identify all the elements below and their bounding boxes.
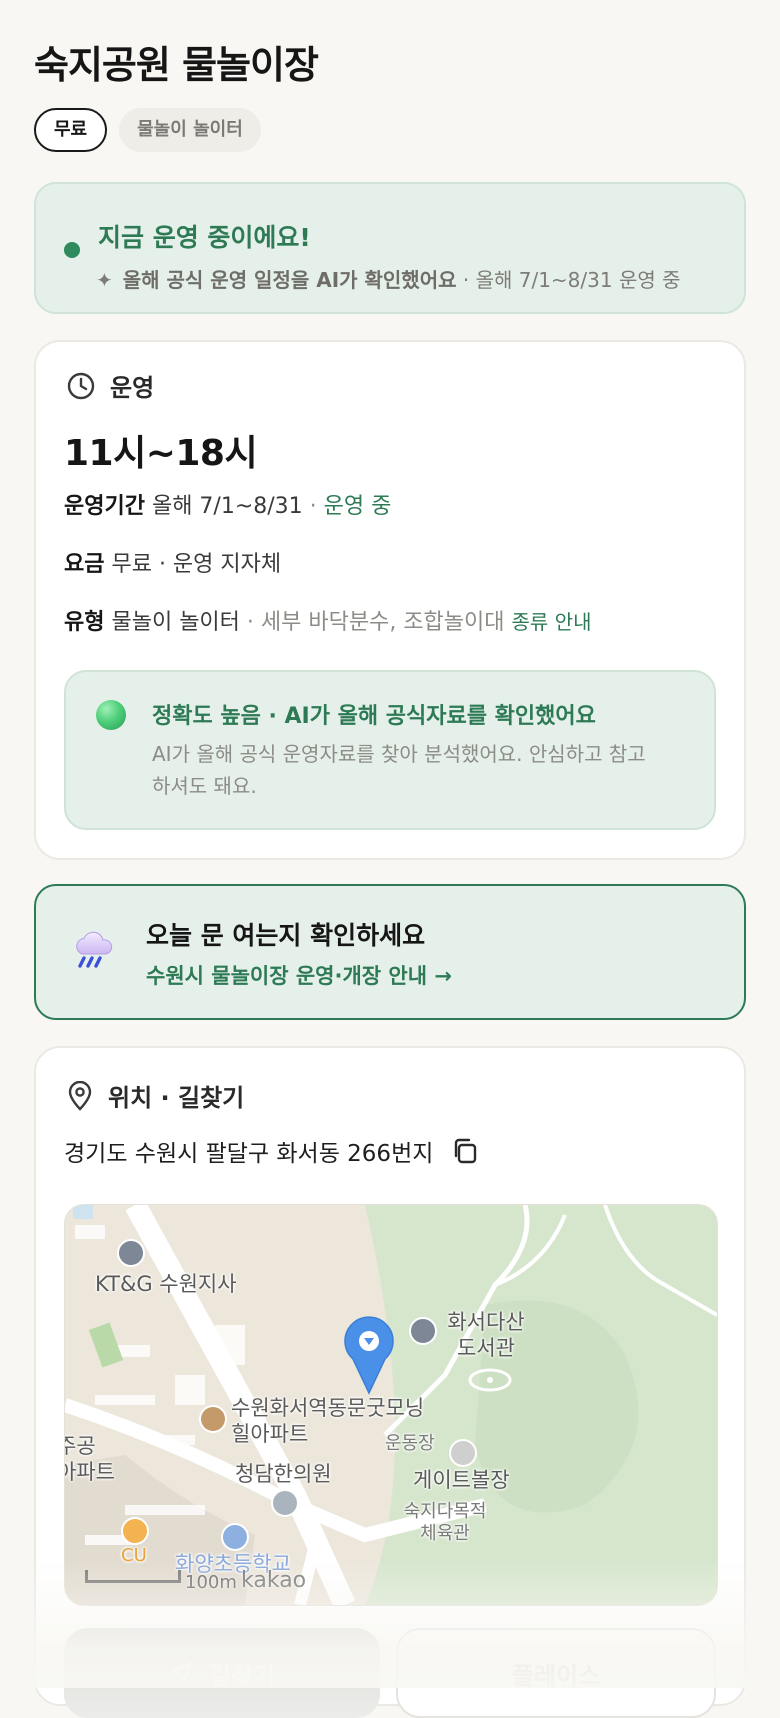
gateball-poi-icon	[449, 1439, 477, 1467]
operation-title: 운영	[110, 374, 155, 402]
map-label-gym: 숙지다목적 체육관	[403, 1501, 487, 1544]
route-button-label: 길찾기	[208, 1661, 276, 1690]
map-view[interactable]: KT&G 수원지사 화서다산 도서관 수원화서역동문굿모닝 힐아파트 운동장 게…	[64, 1204, 718, 1606]
apartment-poi-icon	[199, 1405, 227, 1433]
school-poi-icon	[221, 1523, 249, 1551]
location-title: 위치 · 길찾기	[108, 1084, 245, 1112]
operating-hours: 11시~18시	[64, 433, 258, 474]
map-label-ktg: KT&G 수원지사	[95, 1272, 237, 1296]
status-dot-icon	[64, 242, 80, 258]
status-sub-bold: 올해 공식 운영 일정을 AI가 확인했어요	[122, 268, 457, 292]
building-poi-icon	[117, 1239, 145, 1267]
period-label: 운영기간	[64, 494, 145, 519]
place-button-label: 플레이스	[511, 1661, 601, 1690]
notice-link[interactable]: 수원시 물놀이장 운영·개장 안내 →	[146, 960, 452, 990]
period-sep: ·	[302, 494, 324, 519]
map-label-cu: CU	[121, 1545, 147, 1566]
period-state: 운영 중	[323, 494, 392, 519]
type-guide-link[interactable]: 종류 안내	[512, 610, 592, 634]
fee-value: 무료 · 운영 지자체	[104, 552, 282, 577]
sparkle-icon: ✦	[96, 268, 113, 292]
location-header: 위치 · 길찾기	[66, 1078, 244, 1113]
page: 숙지공원 물놀이장 무료 물놀이 놀이터 지금 운영 중이에요! ✦ 올해 공식 …	[0, 0, 780, 1718]
operation-header: 운영	[66, 368, 154, 403]
map-label-field: 운동장	[385, 1433, 435, 1454]
ai-accuracy-title: 정확도 높음 · AI가 올해 공식자료를 확인했어요	[152, 704, 596, 729]
chip-free: 무료	[34, 108, 108, 152]
library-poi-icon	[409, 1317, 437, 1345]
period-value: 올해 7/1~8/31	[144, 494, 303, 519]
fee-row: 요금 무료 · 운영 지자체	[64, 546, 281, 578]
route-button[interactable]: 길찾기	[64, 1628, 380, 1718]
type-row: 유형 물놀이 놀이터 · 세부 바닥분수, 조합놀이대 종류 안내	[64, 604, 591, 636]
status-sub-rest: · 올해 7/1~8/31 운영 중	[456, 268, 681, 292]
location-pin-icon	[68, 1080, 92, 1111]
ai-accuracy-desc: AI가 올해 공식 운영자료를 찾아 분석했어요. 안심하고 참고하셔도 돼요.	[152, 742, 646, 798]
chip-type: 물놀이 놀이터	[119, 108, 261, 152]
rain-cloud-icon	[76, 931, 113, 968]
map-label-apartment-left: 주공 아파트	[65, 1434, 115, 1484]
type-detail: · 세부 바닥분수, 조합놀이대	[239, 610, 512, 635]
map-pin-icon	[344, 1316, 394, 1395]
status-banner: 지금 운영 중이에요! ✦ 올해 공식 운영 일정을 AI가 확인했어요 · 올해…	[34, 182, 746, 314]
clock-icon	[67, 372, 95, 399]
place-button[interactable]: 플레이스	[396, 1628, 716, 1718]
period-row: 운영기간 올해 7/1~8/31 · 운영 중	[64, 488, 391, 520]
ai-orb-icon	[96, 700, 126, 730]
type-label: 유형	[64, 610, 105, 635]
status-title: 지금 운영 중이에요!	[98, 223, 311, 252]
location-card: 위치 · 길찾기 경기도 수원시 팔달구 화서동 266번지 KT&G 수원지사…	[34, 1046, 746, 1706]
status-subtitle: ✦ 올해 공식 운영 일정을 AI가 확인했어요 · 올해 7/1~8/31 운영…	[96, 264, 681, 293]
open-check-notice[interactable]: 오늘 문 여는지 확인하세요 수원시 물놀이장 운영·개장 안내 →	[34, 884, 746, 1020]
map-scale-label: 100m	[185, 1572, 237, 1593]
copy-icon[interactable]	[451, 1137, 479, 1165]
map-label-library: 화서다산 도서관	[447, 1310, 525, 1360]
ai-accuracy-box: 정확도 높음 · AI가 올해 공식자료를 확인했어요 AI가 올해 공식 운영…	[64, 670, 716, 830]
convenience-store-poi-icon	[121, 1517, 149, 1545]
notice-title: 오늘 문 여는지 확인하세요	[146, 921, 426, 950]
fee-label: 요금	[64, 552, 105, 577]
page-title: 숙지공원 물놀이장	[34, 43, 319, 87]
map-label-gateball: 게이트볼장	[413, 1468, 510, 1492]
map-brand: kakao	[241, 1568, 307, 1593]
map-scale-bar	[85, 1570, 181, 1583]
tag-chips: 무료 물놀이 놀이터	[34, 108, 261, 152]
operation-card: 운영 11시~18시 운영기간 올해 7/1~8/31 · 운영 중 요금 무료…	[34, 340, 746, 860]
address-row: 경기도 수원시 팔달구 화서동 266번지	[64, 1134, 479, 1168]
map-label-clinic: 청담한의원	[235, 1462, 332, 1486]
type-value: 물놀이 놀이터	[104, 610, 240, 635]
clinic-poi-icon	[271, 1489, 299, 1517]
address-text: 경기도 수원시 팔달구 화서동 266번지	[64, 1141, 434, 1167]
navigation-arrow-icon	[170, 1661, 194, 1685]
